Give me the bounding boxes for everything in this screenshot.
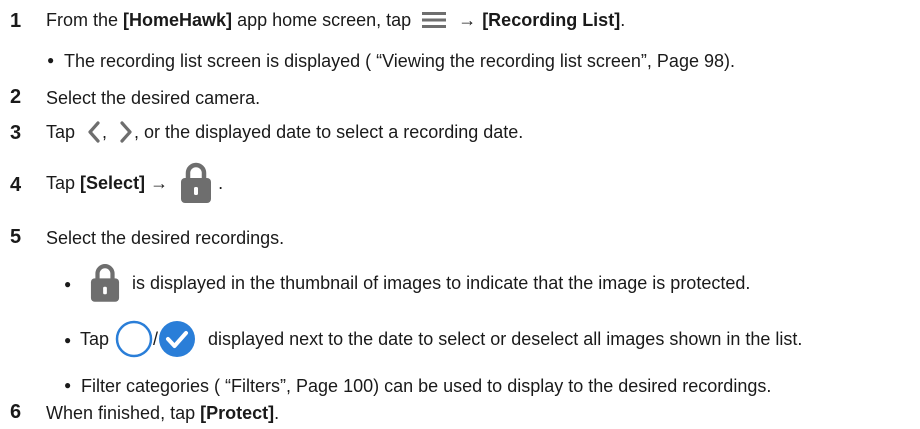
step-1-text: From the [HomeHawk] app home screen, tap… [46,6,625,34]
step-5-bullet-1-text: is displayed in the thumbnail of images … [132,272,751,293]
step-5-text: Select the desired recordings. [46,227,285,248]
circle-check-icon [158,320,196,358]
step-5-bullet-2: Tap / displayed next to the date to sele… [80,318,802,360]
step-3-text-b: , [102,121,113,142]
step-4-text-a: Tap [46,172,81,193]
step-1-arrow: → [458,9,477,30]
step-1-app-name: [HomeHawk] [123,9,233,30]
step-4-arrow: → [145,172,169,193]
bullet-dot: ● [64,277,72,291]
bullet-dot: ● [64,333,72,347]
step-4-text-b: . [218,172,224,193]
chevron-left-icon [86,120,102,144]
step-number-4: 4 [10,174,22,196]
step-number-5: 5 [10,226,22,248]
step-5-bullet-2-text-b: displayed next to the date to select or … [208,328,803,349]
step-number-6: 6 [10,401,22,423]
step-3-text-a: Tap [46,121,81,142]
step-4-select: [Select] [80,172,146,193]
step-1-text-b: app home screen, tap [232,9,417,30]
step-5-bullet-1: is displayed in the thumbnail of images … [90,260,750,306]
step-1-text-a: From the [46,9,124,30]
step-number-1: 1 [10,10,22,32]
lock-icon [90,263,120,303]
circle-empty-icon [115,320,153,358]
step-6-text-b: . [274,402,280,423]
step-3-text-c: , or the displayed date to select a reco… [134,121,524,142]
lock-icon [180,162,212,204]
step-1-bullet-text: The recording list screen is displayed (… [64,50,735,71]
step-1-recording-list: [Recording List] [482,9,621,30]
bullet-dot: ● [64,378,72,392]
chevron-right-icon [118,120,134,144]
step-number-2: 2 [10,86,22,108]
hamburger-menu-icon [422,11,447,29]
step-5-bullet-3-text: Filter categories ( “Filters”, Page 100)… [81,375,772,396]
step-6-text-a: When finished, tap [46,402,201,423]
step-number-3: 3 [10,122,22,144]
step-4-text: Tap [Select] → . [46,158,223,208]
step-6-protect: [Protect] [200,402,275,423]
step-3-text: Tap , , or the displayed date to select … [46,118,523,146]
step-1-text-c: . [620,9,626,30]
step-2-text: Select the desired camera. [46,87,261,108]
step-5-bullet-2-text-a: Tap [80,328,110,349]
bullet-dot: ● [47,53,55,67]
step-6-text: When finished, tap [Protect] . [46,401,279,425]
